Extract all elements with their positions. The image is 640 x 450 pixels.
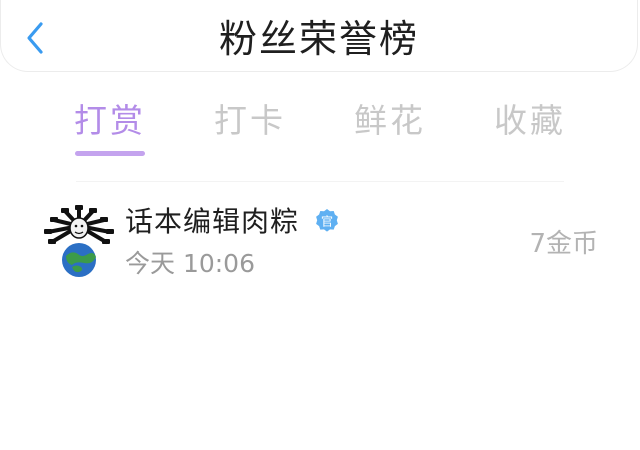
timestamp: 今天 10:06 <box>125 249 255 278</box>
user-name[interactable]: 话本编辑肉粽 <box>125 202 299 242</box>
divider <box>76 181 564 182</box>
fan-honor-page: 粉丝荣誉榜 打赏 打卡 鲜花 收藏 话本编辑肉粽 官 今天 10:06 7金币 <box>0 0 640 450</box>
list-item[interactable]: 话本编辑肉粽 官 今天 10:06 7金币 <box>40 196 600 288</box>
reward-amount: 7金币 <box>529 229 598 259</box>
badge-text: 官 <box>321 214 333 229</box>
tab-checkin[interactable]: 打卡 <box>180 96 320 146</box>
page-title: 粉丝荣誉榜 <box>218 17 419 61</box>
header-bar: 粉丝荣誉榜 <box>0 0 638 72</box>
avatar[interactable] <box>42 204 116 278</box>
tab-reward[interactable]: 打赏 <box>40 96 180 146</box>
tab-bar: 打赏 打卡 鲜花 收藏 <box>40 96 600 160</box>
official-badge-icon: 官 <box>316 209 338 232</box>
tab-favorites[interactable]: 收藏 <box>460 96 600 146</box>
tab-flowers[interactable]: 鲜花 <box>320 96 460 146</box>
active-tab-indicator <box>75 151 145 156</box>
